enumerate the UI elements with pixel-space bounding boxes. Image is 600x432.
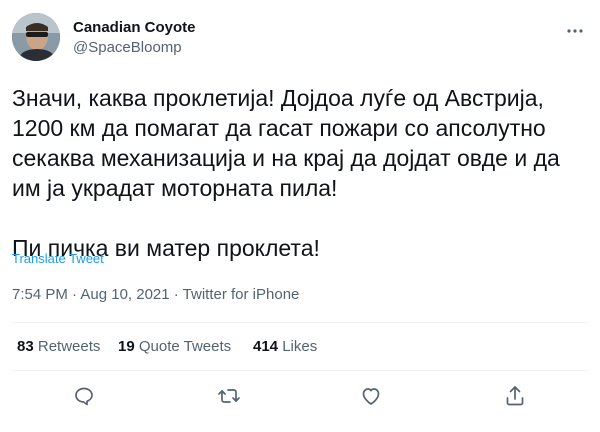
divider bbox=[12, 370, 588, 371]
retweets-count: 83 bbox=[17, 338, 34, 355]
author-name[interactable]: Canadian Coyote bbox=[73, 19, 196, 36]
translate-tweet-link[interactable]: Translate Tweet bbox=[12, 251, 104, 266]
retweets-stat[interactable]: 83 Retweets bbox=[17, 338, 100, 355]
like-button[interactable] bbox=[359, 384, 383, 408]
avatar[interactable] bbox=[12, 13, 60, 61]
like-icon bbox=[362, 388, 380, 405]
tweet-timestamp[interactable]: 7:54 PM · Aug 10, 2021 · Twitter for iPh… bbox=[12, 286, 299, 303]
divider bbox=[12, 322, 588, 323]
share-button[interactable] bbox=[503, 384, 527, 408]
tweet-card: Canadian Coyote @SpaceBloomp Значи, какв… bbox=[0, 0, 600, 432]
quote-tweets-stat[interactable]: 19 Quote Tweets bbox=[118, 338, 231, 355]
likes-count: 414 bbox=[253, 338, 279, 355]
retweet-button[interactable] bbox=[217, 384, 241, 408]
tweet-text: Значи, каква проклетија! Дојдоа луѓе од … bbox=[12, 85, 560, 261]
likes-stat[interactable]: 414 Likes bbox=[253, 338, 317, 355]
author-handle[interactable]: @SpaceBloomp bbox=[73, 39, 182, 56]
more-horizontal-icon[interactable] bbox=[566, 22, 584, 40]
retweet-icon bbox=[218, 389, 240, 403]
quotes-label: Quote Tweets bbox=[138, 338, 232, 355]
reply-button[interactable] bbox=[72, 384, 96, 408]
quotes-count: 19 bbox=[118, 338, 135, 355]
reply-icon bbox=[75, 387, 93, 406]
share-icon bbox=[506, 386, 524, 406]
avatar-image bbox=[12, 13, 60, 61]
likes-label: Likes bbox=[282, 338, 318, 355]
retweets-label: Retweets bbox=[37, 338, 101, 355]
